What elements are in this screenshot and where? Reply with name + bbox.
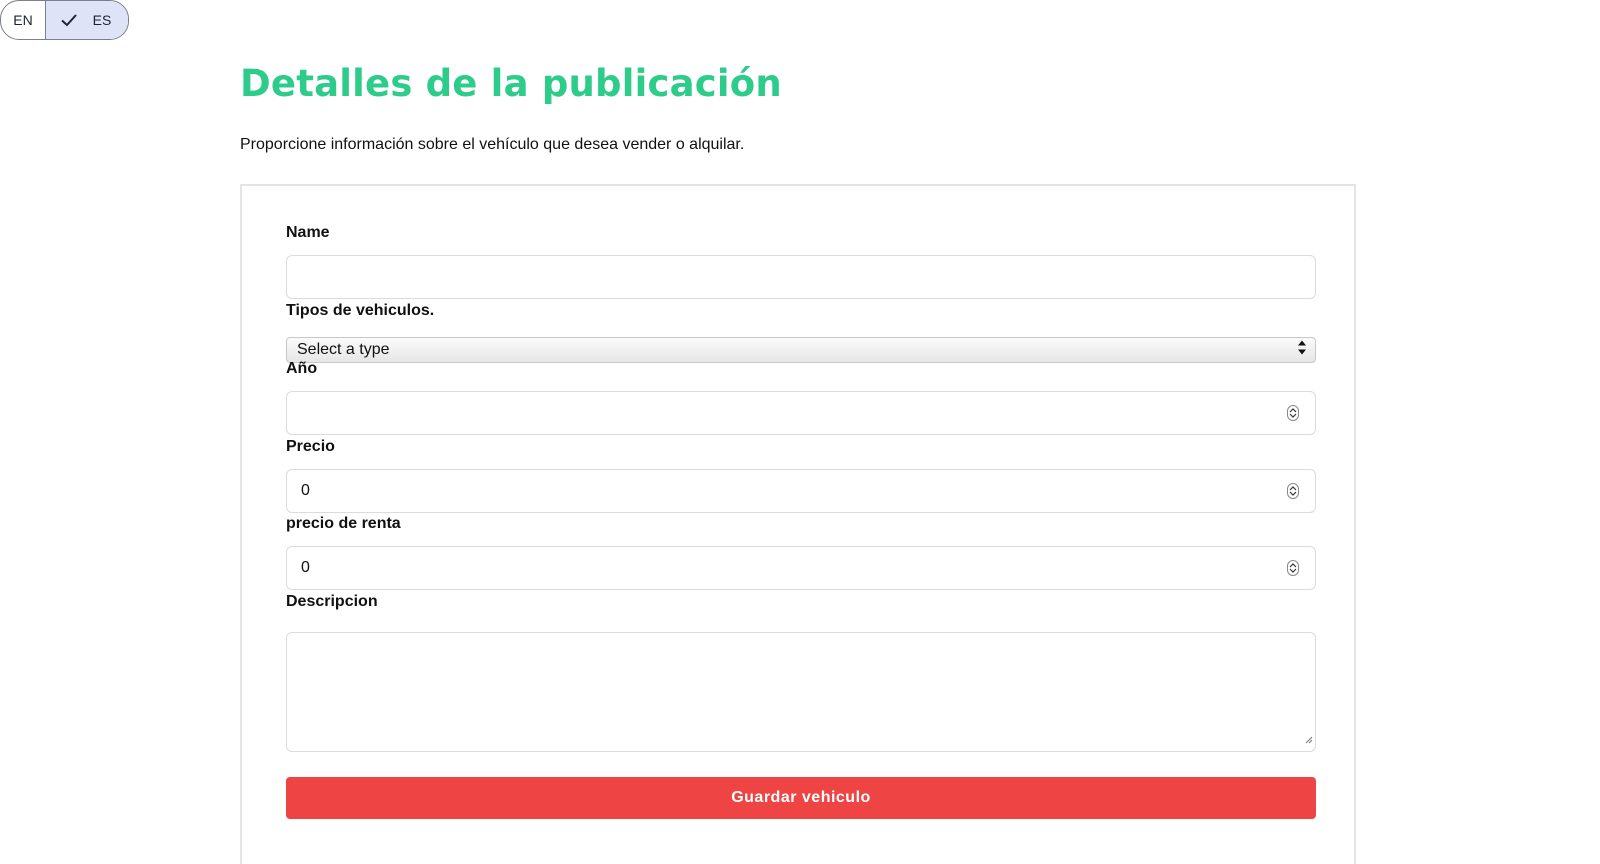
rent-price-spinner-icon[interactable] xyxy=(1287,560,1299,576)
language-es-label: ES xyxy=(92,12,112,28)
vehicle-type-label: Tipos de vehiculos. xyxy=(286,302,435,319)
vehicle-form: Name Tipos de vehiculos. Select a type A… xyxy=(240,184,1356,864)
name-label: Name xyxy=(286,224,330,241)
language-en-label: EN xyxy=(13,12,33,28)
description-textarea[interactable] xyxy=(286,632,1316,752)
price-spinner-icon[interactable] xyxy=(1287,483,1299,499)
page-subtitle: Proporcione información sobre el vehícul… xyxy=(240,136,745,153)
price-input[interactable]: 0 xyxy=(286,469,1316,513)
check-icon xyxy=(59,10,79,30)
select-arrows-icon xyxy=(1297,340,1307,361)
resize-grip-icon[interactable] xyxy=(1305,731,1313,749)
vehicle-type-selected: Select a type xyxy=(297,341,390,358)
price-label: Precio xyxy=(286,438,335,455)
language-en-button[interactable]: EN xyxy=(1,1,46,39)
description-label: Descripcion xyxy=(286,593,378,610)
year-input[interactable] xyxy=(286,391,1316,435)
rent-price-input[interactable]: 0 xyxy=(286,546,1316,590)
year-label: Año xyxy=(286,360,318,377)
language-toggle: EN ES xyxy=(0,0,129,40)
language-es-button[interactable]: ES xyxy=(46,1,128,39)
year-spinner-icon[interactable] xyxy=(1287,405,1299,421)
page-title: Detalles de la publicación xyxy=(240,62,782,105)
rent-price-label: precio de renta xyxy=(286,515,401,532)
save-vehicle-button[interactable]: Guardar vehiculo xyxy=(286,777,1316,819)
name-input[interactable] xyxy=(286,255,1316,299)
vehicle-type-select[interactable]: Select a type xyxy=(286,337,1316,363)
rent-price-input-value: 0 xyxy=(301,559,310,576)
price-input-value: 0 xyxy=(301,482,310,499)
